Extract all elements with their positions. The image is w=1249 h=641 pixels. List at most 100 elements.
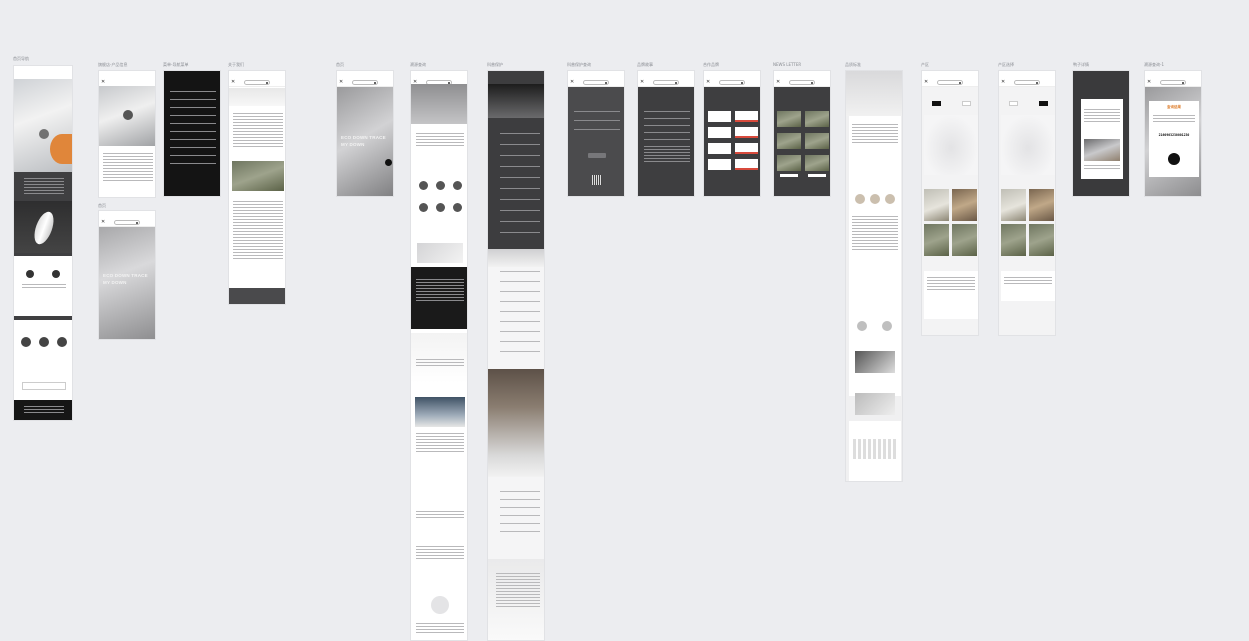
artboard-trace2: ✕ 查询结果 2160903230001230: [1144, 70, 1202, 197]
enter-button[interactable]: [385, 159, 392, 166]
artboard-newsletter: ✕: [773, 70, 831, 197]
tab-china[interactable]: [932, 101, 941, 106]
artboard-label-goose: 鸭子详情: [1073, 62, 1089, 67]
close-icon[interactable]: ✕: [1001, 79, 1005, 86]
artboard-protect-query: ✕: [567, 70, 625, 197]
chat-icon[interactable]: [52, 270, 60, 278]
close-icon[interactable]: ✕: [101, 219, 105, 226]
partner-logo[interactable]: [708, 159, 731, 170]
close-icon[interactable]: ✕: [570, 79, 574, 86]
artboard-protect: [487, 70, 545, 641]
brand-pill-icon[interactable]: [789, 80, 815, 85]
language-switch[interactable]: [22, 382, 66, 390]
brand-pill-icon[interactable]: [653, 80, 679, 85]
artboard-label-trace2: 溯源查询-1: [1144, 62, 1164, 67]
artboard-region2: ✕: [998, 70, 1056, 336]
brand-pill-icon[interactable]: [244, 80, 270, 85]
query-button[interactable]: [588, 153, 606, 158]
artboard-label-region2: 产区选择: [998, 62, 1014, 67]
goose-photo[interactable]: [1001, 224, 1026, 256]
brand-pill-icon[interactable]: [1160, 80, 1186, 85]
artboard-goose: [1072, 70, 1130, 197]
goose-photo[interactable]: [952, 189, 977, 221]
result-code: 2160903230001230: [1158, 133, 1190, 137]
goose-photo[interactable]: [952, 224, 977, 256]
tab-world[interactable]: [962, 101, 971, 106]
artboard-home2: ✕ ECO DOWN TRACE MY DOWN: [336, 70, 394, 197]
goose-photo[interactable]: [1029, 189, 1054, 221]
feather-image: [14, 201, 72, 253]
goose-photo[interactable]: [924, 189, 949, 221]
footer: [14, 400, 72, 420]
cert-badge-icon: [39, 337, 49, 347]
close-icon[interactable]: ✕: [231, 79, 235, 86]
phone-icon[interactable]: [26, 270, 34, 278]
news-photo[interactable]: [777, 155, 801, 171]
partner-logo[interactable]: [708, 143, 731, 154]
cert-badge-icon: [57, 337, 67, 347]
china-map[interactable]: [924, 115, 978, 175]
goose-photo[interactable]: [924, 224, 949, 256]
feather-banner: [488, 369, 544, 477]
product-image: [99, 86, 155, 146]
close-icon[interactable]: ✕: [640, 79, 644, 86]
goose-photo[interactable]: [1001, 189, 1026, 221]
partner-logo[interactable]: [735, 127, 758, 138]
result-card: 查询结果 2160903230001230: [1149, 101, 1199, 177]
china-map[interactable]: [1001, 115, 1055, 175]
hero-image: ECO DOWN TRACE MY DOWN: [99, 227, 155, 339]
hero-line-2: MY DOWN: [341, 142, 365, 147]
artboard-label-home2: 首页: [336, 62, 344, 67]
artboard-label-protect: 科普保护: [487, 62, 503, 67]
close-icon[interactable]: ✕: [776, 79, 780, 86]
artboard-label-protect-query: 科普保护查询: [567, 62, 591, 67]
news-photo[interactable]: [777, 133, 801, 149]
brand-pill-icon[interactable]: [719, 80, 745, 85]
artboard-label-trace: 溯源查询: [410, 62, 426, 67]
artboard-label-standard: 品质标准: [845, 62, 861, 67]
goose-photo[interactable]: [1029, 224, 1054, 256]
news-photo[interactable]: [777, 111, 801, 127]
partner-logo[interactable]: [735, 159, 758, 170]
confirm-button[interactable]: [1168, 153, 1180, 165]
artboard-label-region: 产区: [921, 62, 929, 67]
brand-pill-icon[interactable]: [352, 80, 378, 85]
contact-section: [14, 256, 72, 316]
brand-pill-icon[interactable]: [1014, 80, 1040, 85]
artboard-label-product-sub: 首页: [98, 203, 106, 208]
footer: [229, 288, 285, 304]
close-icon[interactable]: ✕: [1147, 79, 1151, 86]
tab-world[interactable]: [1039, 101, 1048, 106]
hero-line-2: MY DOWN: [103, 280, 127, 285]
result-title: 查询结果: [1167, 105, 1181, 109]
partner-logo[interactable]: [735, 143, 758, 154]
artboard-product: ✕: [98, 70, 156, 198]
artboard-standard: [845, 70, 903, 482]
goose-beak-shape: [50, 134, 72, 164]
news-photo[interactable]: [805, 133, 829, 149]
artboard-label-partner: 合作品牌: [703, 62, 719, 67]
close-icon[interactable]: ✕: [101, 79, 105, 86]
brand-pill-icon[interactable]: [114, 220, 140, 225]
artboard-label-menu: 菜单-导航菜单: [163, 62, 189, 67]
partner-logo[interactable]: [708, 127, 731, 138]
brand-pill-icon[interactable]: [583, 80, 609, 85]
hero-image: ECO DOWN TRACE MY DOWN: [337, 87, 393, 196]
play-icon[interactable]: [39, 129, 49, 139]
close-icon[interactable]: ✕: [706, 79, 710, 86]
artboard-region: ✕: [921, 70, 979, 336]
artboard-label-about: 关于我们: [228, 62, 244, 67]
goose-flock-photo: [232, 161, 284, 191]
qr-code: [592, 175, 602, 185]
partner-logo[interactable]: [735, 111, 758, 122]
tab-china[interactable]: [1009, 101, 1018, 106]
close-icon[interactable]: ✕: [924, 79, 928, 86]
news-photo[interactable]: [805, 155, 829, 171]
play-icon[interactable]: [123, 110, 133, 120]
brand-pill-icon[interactable]: [937, 80, 963, 85]
artboard-menu: [163, 70, 221, 197]
partner-logo[interactable]: [708, 111, 731, 122]
news-photo[interactable]: [805, 111, 829, 127]
artboard-label-newsletter: NEWS LETTER: [773, 62, 802, 67]
close-icon[interactable]: ✕: [339, 79, 343, 86]
